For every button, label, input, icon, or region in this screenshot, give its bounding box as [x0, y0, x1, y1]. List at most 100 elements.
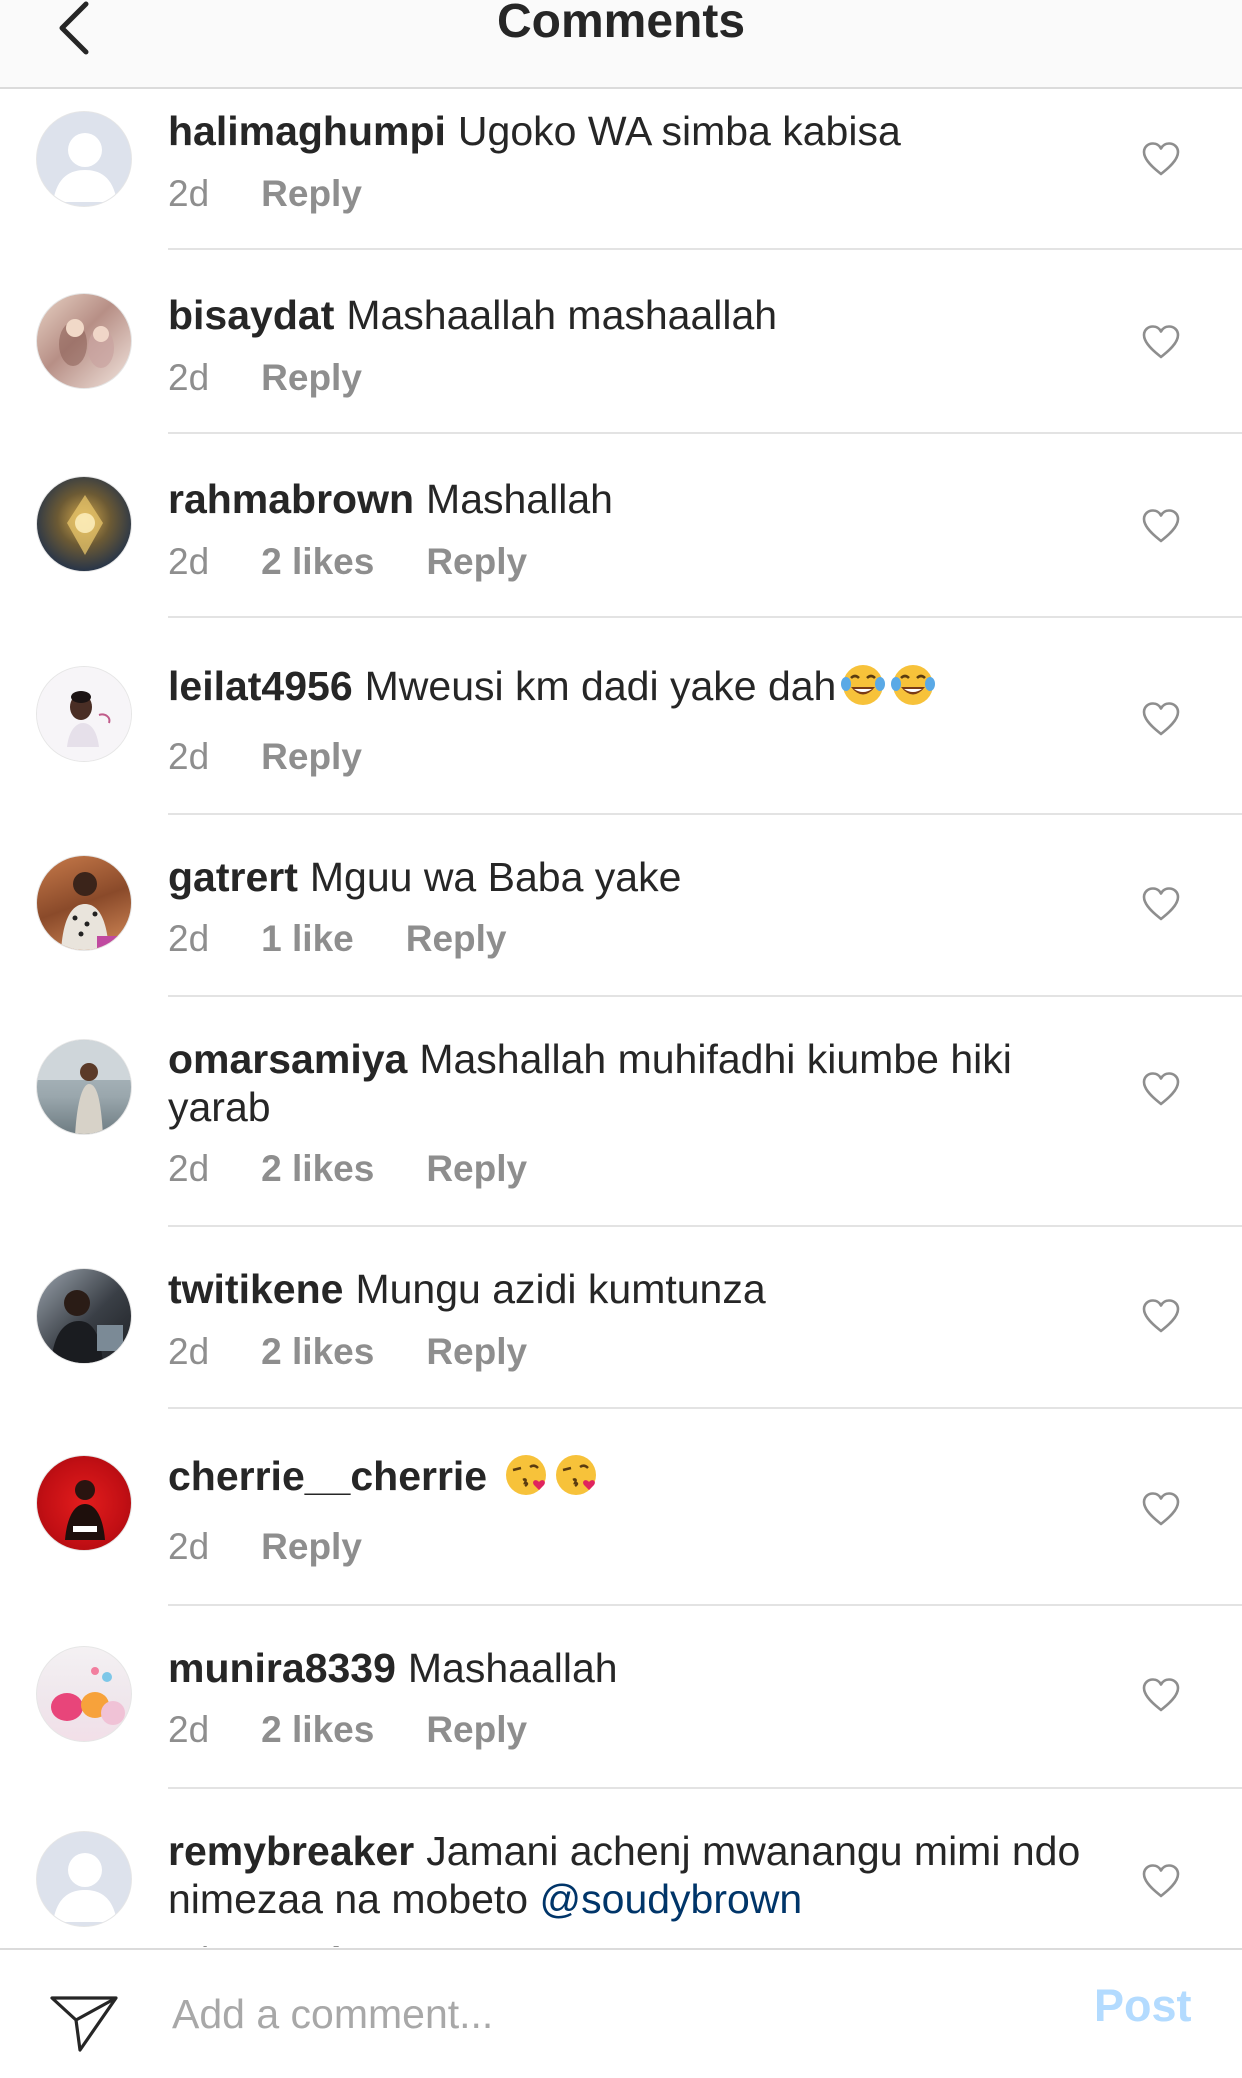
- reply-button[interactable]: Reply: [261, 1525, 362, 1569]
- comment-username[interactable]: bisaydat: [168, 292, 334, 338]
- photo-avatar-image: [65, 1480, 105, 1540]
- comment-meta: 2d Reply: [168, 1939, 362, 1947]
- comment-row: halimaghumpi Ugoko WA simba kabisa 2d Rep…: [0, 89, 1242, 250]
- comment-text: bisaydat Mashaallah mashaallah: [168, 291, 1088, 339]
- comment-row: bisaydat Mashaallah mashaallah 2d Reply: [0, 250, 1242, 434]
- comment-username[interactable]: twitikene: [168, 1266, 343, 1312]
- comment-time: 2d: [168, 541, 210, 582]
- photo-avatar-image: [51, 1290, 123, 1363]
- comment-time: 2d: [168, 1709, 210, 1750]
- comment-body: Mungu azidi kumtunza: [355, 1266, 766, 1312]
- photo-avatar-image: [51, 1667, 125, 1725]
- avatar[interactable]: [36, 1268, 132, 1364]
- heart-icon[interactable]: [1141, 324, 1181, 360]
- avatar[interactable]: [36, 1039, 132, 1135]
- face-with-tears-of-joy-icon: [891, 665, 936, 705]
- avatar[interactable]: [36, 293, 132, 389]
- heart-icon[interactable]: [1141, 1863, 1181, 1899]
- comment-body: Mashallah: [426, 476, 613, 522]
- comment-username[interactable]: halimaghumpi: [168, 108, 446, 154]
- heart-icon[interactable]: [1141, 141, 1181, 177]
- comment-text: rahmabrown Mashallah: [168, 475, 1088, 523]
- comment-text: leilat4956 Mweusi km dadi yake dah: [168, 662, 1088, 710]
- avatar[interactable]: [36, 1831, 132, 1927]
- heart-icon[interactable]: [1141, 1677, 1181, 1713]
- avatar[interactable]: [36, 111, 132, 207]
- reply-button[interactable]: Reply: [426, 540, 527, 584]
- default-avatar-icon: [37, 112, 131, 206]
- heart-icon[interactable]: [1141, 886, 1181, 922]
- reply-button[interactable]: Reply: [261, 172, 362, 216]
- comments-list[interactable]: halimaghumpi Ugoko WA simba kabisa 2d Rep…: [0, 89, 1242, 1947]
- comment-username[interactable]: remybreaker: [168, 1828, 414, 1874]
- comment-text: munira8339 Mashaallah: [168, 1644, 1088, 1692]
- photo-avatar-image: [59, 319, 114, 368]
- post-button[interactable]: Post: [1094, 1980, 1192, 2032]
- comment-meta: 2d 2 likes Reply: [168, 540, 527, 584]
- comment-body: Ugoko WA simba kabisa: [457, 108, 901, 154]
- comment-row: remybreaker Jamani achenj mwanangu mimi n…: [0, 1789, 1242, 1947]
- avatar[interactable]: [36, 855, 132, 951]
- comment-body: Mguu wa Baba yake: [309, 854, 682, 900]
- comment-meta: 2d Reply: [168, 356, 362, 400]
- comment-meta: 2d 2 likes Reply: [168, 1147, 527, 1191]
- comment-row: twitikene Mungu azidi kumtunza 2d 2 likes…: [0, 1227, 1242, 1409]
- paper-plane-icon[interactable]: [48, 1990, 120, 2054]
- comment-username[interactable]: munira8339: [168, 1645, 396, 1691]
- comment-username[interactable]: cherrie__cherrie: [168, 1453, 487, 1499]
- comment-username[interactable]: gatrert: [168, 854, 298, 900]
- likes-count[interactable]: 2 likes: [261, 1708, 374, 1752]
- comment-input[interactable]: [172, 1984, 1052, 2044]
- comment-meta: 2d 1 like Reply: [168, 917, 507, 961]
- comment-meta: 2d Reply: [168, 172, 362, 216]
- comment-username[interactable]: leilat4956: [168, 663, 353, 709]
- comment-time: 2d: [168, 1148, 210, 1189]
- comment-body: Mweusi km dadi yake dah: [364, 663, 837, 709]
- reply-button[interactable]: Reply: [426, 1147, 527, 1191]
- comment-time: 2d: [168, 173, 210, 214]
- face-blowing-a-kiss-icon: [506, 1455, 547, 1495]
- photo-avatar-image: [61, 872, 119, 950]
- comment-text: remybreaker Jamani achenj mwanangu mimi n…: [168, 1827, 1088, 1923]
- comment-username[interactable]: omarsamiya: [168, 1036, 407, 1082]
- reply-button[interactable]: Reply: [406, 917, 507, 961]
- comment-time: 2d: [168, 1526, 210, 1567]
- comment-time: 2d: [168, 1331, 210, 1372]
- mention-link[interactable]: @soudybrown: [540, 1876, 803, 1922]
- likes-count[interactable]: 2 likes: [261, 1330, 374, 1374]
- default-avatar-icon: [37, 1832, 131, 1926]
- avatar[interactable]: [36, 1646, 132, 1742]
- photo-avatar-image: [67, 495, 103, 555]
- comment-row: munira8339 Mashaallah 2d 2 likes Reply: [0, 1606, 1242, 1789]
- avatar[interactable]: [36, 1455, 132, 1551]
- comment-body: Mashaallah mashaallah: [346, 292, 778, 338]
- comment-row: gatrert Mguu wa Baba yake 2d 1 like Reply: [0, 815, 1242, 997]
- likes-count[interactable]: 2 likes: [261, 1147, 374, 1191]
- reply-button[interactable]: Reply: [261, 735, 362, 779]
- comment-row: cherrie__cherrie 2d Reply: [0, 1409, 1242, 1606]
- comment-meta: 2d 2 likes Reply: [168, 1330, 527, 1374]
- reply-button[interactable]: Reply: [261, 1939, 362, 1947]
- face-blowing-a-kiss-icon: [556, 1455, 597, 1495]
- comment-text: cherrie__cherrie: [168, 1452, 1088, 1500]
- reply-button[interactable]: Reply: [426, 1330, 527, 1374]
- reply-button[interactable]: Reply: [261, 356, 362, 400]
- reply-button[interactable]: Reply: [426, 1708, 527, 1752]
- comment-meta: 2d Reply: [168, 735, 362, 779]
- comment-time: 2d: [168, 357, 210, 398]
- heart-icon[interactable]: [1141, 1071, 1181, 1107]
- comment-text: halimaghumpi Ugoko WA simba kabisa: [168, 107, 1088, 155]
- likes-count[interactable]: 1 like: [261, 917, 354, 961]
- comment-time: 2d: [168, 736, 210, 777]
- comment-time: 2d: [168, 918, 210, 959]
- heart-icon[interactable]: [1141, 508, 1181, 544]
- heart-icon[interactable]: [1141, 701, 1181, 737]
- face-with-tears-of-joy-icon: [841, 665, 886, 705]
- heart-icon[interactable]: [1141, 1298, 1181, 1334]
- avatar[interactable]: [36, 476, 132, 572]
- comment-username[interactable]: rahmabrown: [168, 476, 414, 522]
- heart-icon[interactable]: [1141, 1491, 1181, 1527]
- avatar[interactable]: [36, 666, 132, 762]
- likes-count[interactable]: 2 likes: [261, 540, 374, 584]
- comment-text: twitikene Mungu azidi kumtunza: [168, 1265, 1088, 1313]
